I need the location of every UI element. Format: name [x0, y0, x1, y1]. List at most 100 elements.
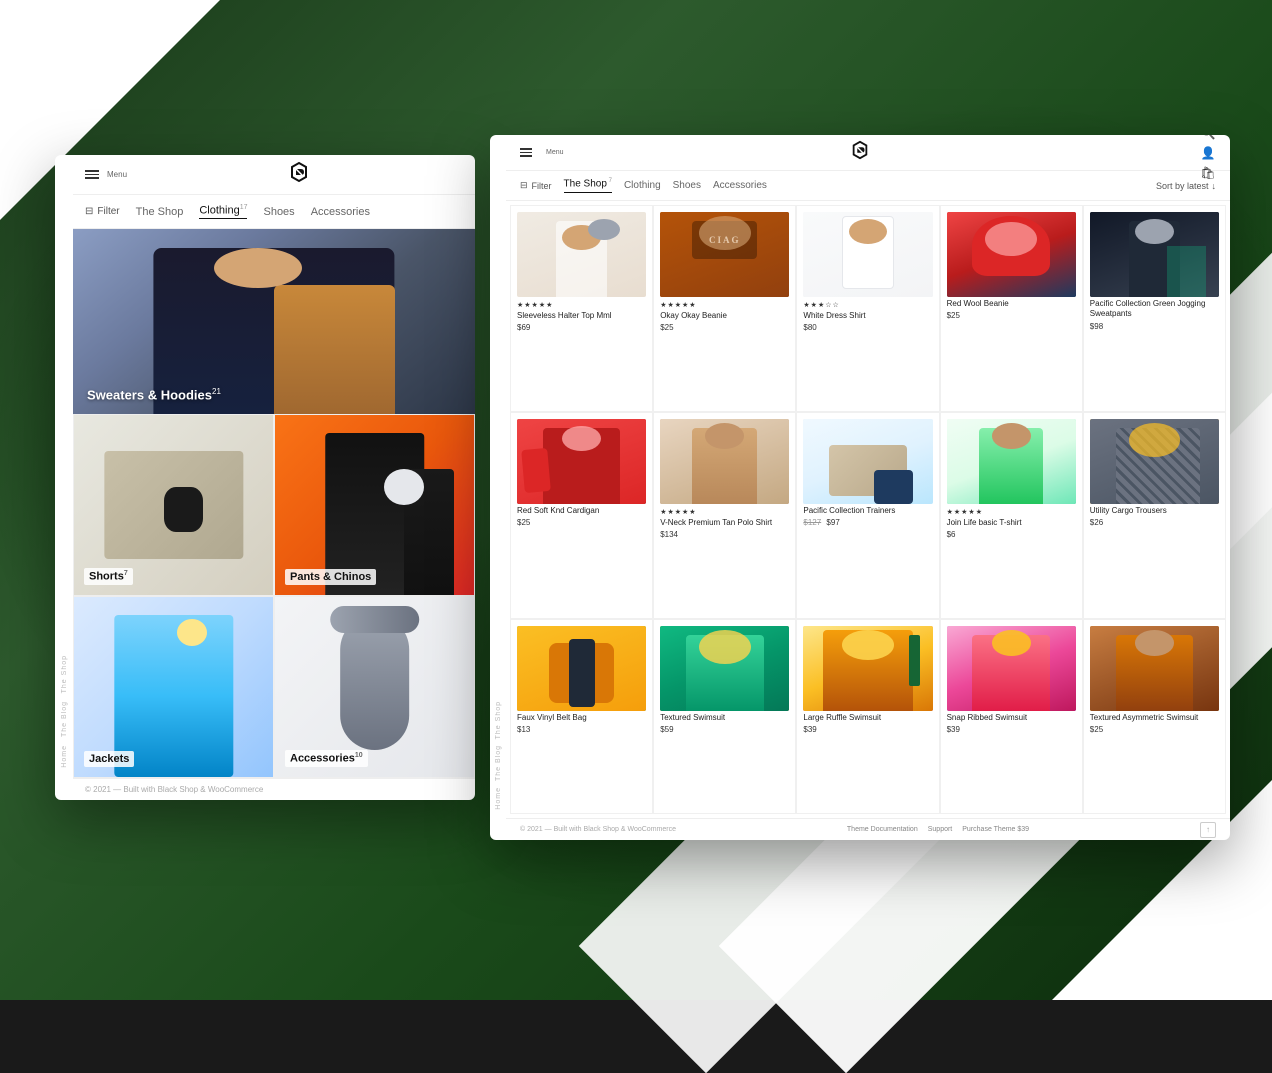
product-name-13: Large Ruffle Swimsuit [803, 713, 932, 723]
product-card-9[interactable]: ★★★★★ Join Life basic T-shirt $6 [940, 412, 1083, 619]
product-card-2[interactable]: CIAG ★★★★★ Okay Okay Beanie $25 [653, 205, 796, 412]
product-name-5: Pacific Collection Green Jogging Sweatpa… [1090, 299, 1219, 320]
right-nav-shoes[interactable]: Shoes [673, 180, 701, 191]
product-price-7: $134 [660, 530, 789, 539]
product-name-15: Textured Asymmetric Swimsuit [1090, 713, 1219, 723]
right-window: The Shop The Blog Home Menu [490, 135, 1230, 840]
left-category-grid: Shorts7 Pants & Chinos [73, 414, 475, 778]
left-cat-accessories[interactable]: Accessories10 [274, 596, 475, 778]
product-card-3[interactable]: ★★★☆☆ White Dress Shirt $80 [796, 205, 939, 412]
right-nav-the-shop[interactable]: The Shop 7 [564, 178, 612, 192]
product-name-11: Faux Vinyl Belt Bag [517, 713, 646, 723]
left-cat-pants[interactable]: Pants & Chinos [274, 414, 475, 596]
left-sidebar: The Shop The Blog Home [55, 195, 73, 778]
footer-links: Theme Documentation Support Purchase The… [847, 826, 1029, 833]
product-card-12[interactable]: Textured Swimsuit $59 [653, 619, 796, 814]
product-stars-9: ★★★★★ [947, 508, 1076, 516]
right-menu-area: Menu [520, 148, 564, 157]
product-card-10[interactable]: Utility Cargo Trousers $26 [1083, 412, 1226, 619]
product-stars-1: ★★★★★ [517, 301, 646, 309]
left-nav-clothing[interactable]: Clothing17 [199, 204, 247, 220]
product-stars-3: ★★★☆☆ [803, 301, 932, 309]
product-name-1: Sleeveless Halter Top Mml [517, 311, 646, 321]
product-name-4: Red Wool Beanie [947, 299, 1076, 309]
product-card-14[interactable]: Snap Ribbed Swimsuit $39 [940, 619, 1083, 814]
product-card-11[interactable]: Faux Vinyl Belt Bag $13 [510, 619, 653, 814]
product-grid: ★★★★★ Sleeveless Halter Top Mml $69 CIAG… [506, 201, 1230, 818]
left-hero-label: Sweaters & Hoodies21 [87, 387, 221, 402]
product-price-10: $26 [1090, 518, 1219, 527]
left-cat-jackets[interactable]: Jackets [73, 596, 274, 778]
right-win-header: Menu 🔍 👤 🛍 [506, 135, 1230, 171]
product-name-10: Utility Cargo Trousers [1090, 506, 1219, 516]
product-card-5[interactable]: Pacific Collection Green Jogging Sweatpa… [1083, 205, 1226, 412]
right-logo [850, 140, 870, 165]
left-logo [288, 161, 310, 188]
left-sidebar-home: Home [61, 745, 68, 768]
product-price-6: $25 [517, 518, 646, 527]
left-nav-shoes[interactable]: Shoes [263, 206, 294, 218]
product-card-13[interactable]: Large Ruffle Swimsuit $39 [796, 619, 939, 814]
product-card-15[interactable]: Textured Asymmetric Swimsuit $25 [1083, 619, 1226, 814]
footer-purchase[interactable]: Purchase Theme $39 [962, 826, 1029, 833]
user-icon[interactable]: 👤 [1200, 145, 1216, 161]
scroll-to-top-button[interactable]: ↑ [1200, 822, 1216, 838]
product-card-6[interactable]: Red Soft Knd Cardigan $25 [510, 412, 653, 619]
left-shorts-label: Shorts7 [84, 568, 133, 585]
left-accessories-label: Accessories10 [285, 750, 368, 767]
product-name-9: Join Life basic T-shirt [947, 518, 1076, 528]
product-name-2: Okay Okay Beanie [660, 311, 789, 321]
product-name-7: V-Neck Premium Tan Polo Shirt [660, 518, 789, 528]
product-price-2: $25 [660, 323, 789, 332]
left-filter-button[interactable]: ⊟ Filter [85, 206, 120, 217]
right-menu-button[interactable] [520, 148, 532, 157]
right-sidebar-shop: The Shop [495, 701, 502, 739]
left-window: The Shop The Blog Home Menu ⊟ Filter [55, 155, 475, 800]
product-price-15: $25 [1090, 725, 1219, 734]
right-sidebar-home: Home [495, 787, 502, 810]
product-price-3: $80 [803, 323, 932, 332]
product-name-14: Snap Ribbed Swimsuit [947, 713, 1076, 723]
right-menu-label: Menu [546, 149, 564, 156]
product-price-11: $13 [517, 725, 646, 734]
right-nav: ⊟ Filter The Shop 7 Clothing Shoes Acces… [506, 171, 1230, 201]
search-icon[interactable]: 🔍 [1200, 135, 1216, 141]
right-nav-clothing[interactable]: Clothing [624, 180, 661, 191]
left-menu-button[interactable] [85, 170, 99, 179]
right-sidebar: The Shop The Blog Home [490, 171, 506, 818]
product-name-12: Textured Swimsuit [660, 713, 789, 723]
left-hero-image: Sweaters & Hoodies21 [73, 229, 475, 414]
product-price-8: $127 $97 [803, 518, 932, 527]
product-card-4[interactable]: Red Wool Beanie $25 [940, 205, 1083, 412]
right-filter-button[interactable]: ⊟ Filter [520, 180, 552, 191]
left-footer: © 2021 — Built with Black Shop & WooComm… [73, 778, 475, 800]
product-price-4: $25 [947, 311, 1076, 320]
left-nav-accessories[interactable]: Accessories [311, 206, 370, 218]
left-win-header: Menu [73, 155, 475, 195]
left-jackets-label: Jackets [84, 751, 134, 767]
left-cat-shorts[interactable]: Shorts7 [73, 414, 274, 596]
right-nav-links: The Shop 7 Clothing Shoes Accessories [564, 178, 767, 192]
product-price-14: $39 [947, 725, 1076, 734]
product-price-12: $59 [660, 725, 789, 734]
product-card-7[interactable]: ★★★★★ V-Neck Premium Tan Polo Shirt $134 [653, 412, 796, 619]
left-sidebar-shop: The Shop [61, 655, 68, 693]
left-nav-links: The Shop Clothing17 Shoes Accessories [136, 204, 370, 220]
product-stars-2: ★★★★★ [660, 301, 789, 309]
sort-button[interactable]: Sort by latest ↓ [1156, 181, 1216, 191]
footer-support[interactable]: Support [928, 826, 953, 833]
product-name-8: Pacific Collection Trainers [803, 506, 932, 516]
right-footer: © 2021 — Built with Black Shop & WooComm… [506, 818, 1230, 840]
left-nav-the-shop[interactable]: The Shop [136, 206, 184, 218]
product-price-1: $69 [517, 323, 646, 332]
product-price-9: $6 [947, 530, 1076, 539]
right-nav-accessories[interactable]: Accessories [713, 180, 767, 191]
footer-theme-docs[interactable]: Theme Documentation [847, 826, 918, 833]
product-price-13: $39 [803, 725, 932, 734]
left-nav: ⊟ Filter The Shop Clothing17 Shoes Acces… [73, 195, 475, 229]
product-card-8[interactable]: SALE Pacific Collection Trainers $127 $9… [796, 412, 939, 619]
product-price-5: $98 [1090, 322, 1219, 331]
product-card-1[interactable]: ★★★★★ Sleeveless Halter Top Mml $69 [510, 205, 653, 412]
product-name-6: Red Soft Knd Cardigan [517, 506, 646, 516]
left-menu-label: Menu [107, 170, 127, 179]
